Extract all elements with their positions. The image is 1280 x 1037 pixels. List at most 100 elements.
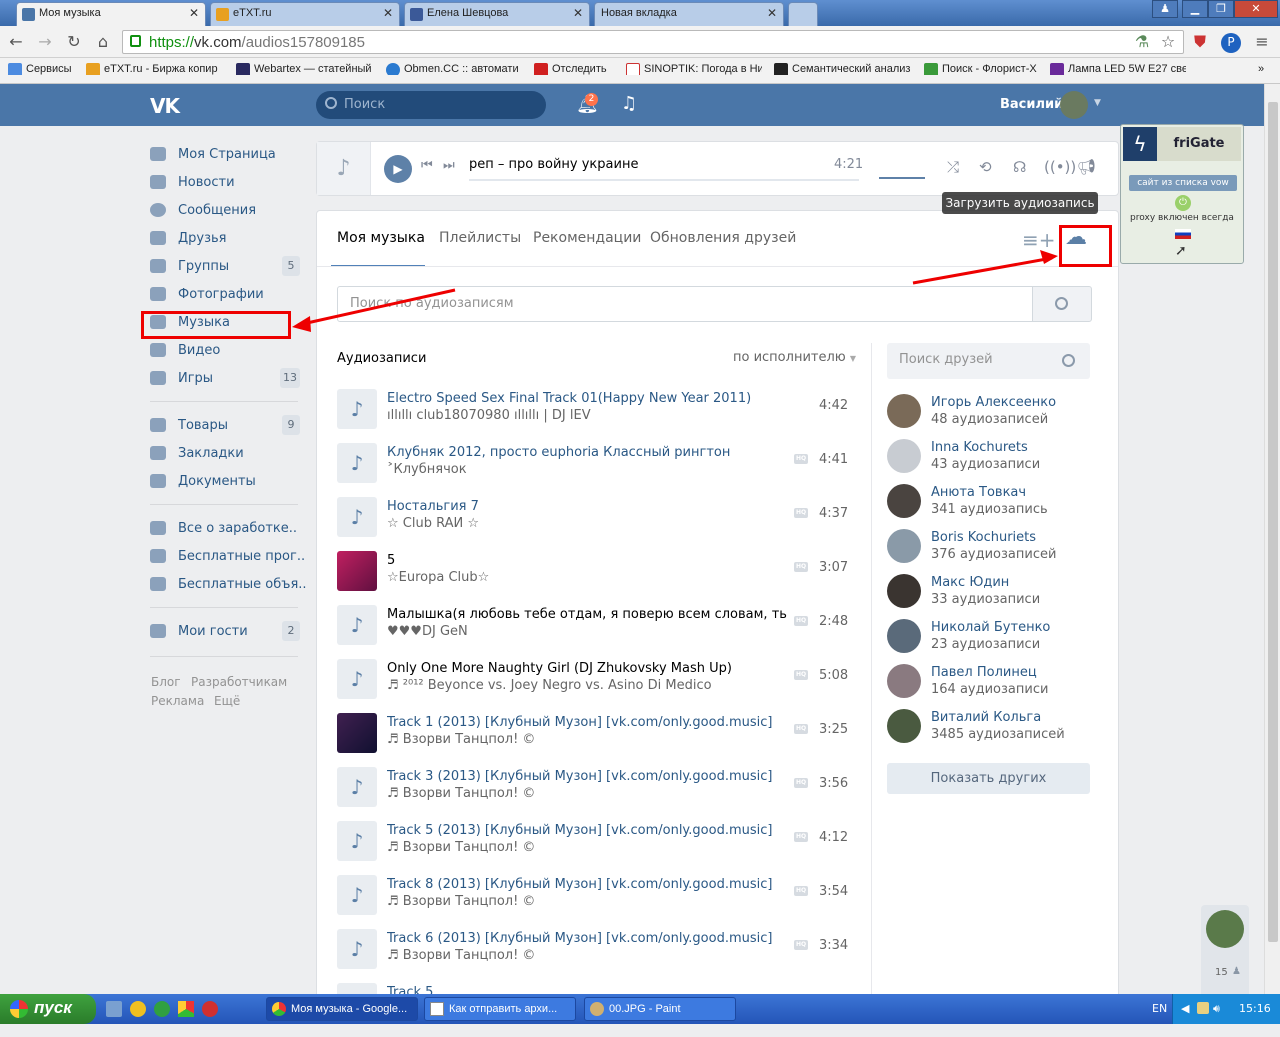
footer-more-link[interactable]: Ещё [214,694,240,708]
language-indicator[interactable]: EN [1152,1002,1167,1015]
friend-name[interactable]: Николай Бутенко [931,620,1050,635]
music-note-icon[interactable]: ♪ [337,497,377,537]
nav-community-3[interactable]: Бесплатные объя.. [150,571,307,599]
new-tab-button[interactable] [788,2,818,26]
track-artist[interactable]: ☆ Club RAЙ ☆ [387,516,787,531]
friend-item[interactable]: Анюта Товкач 341 аудиозапись [887,484,1092,529]
track-title[interactable]: Track 3 (2013) [Клубный Музон] [vk.com/o… [387,769,787,784]
maximize-icon[interactable]: ❐ [1208,0,1234,18]
browser-tab-etxt[interactable]: eTXT.ru ✕ [210,2,400,26]
nav-goods[interactable]: Товары 9 [150,412,300,440]
track-row[interactable]: ♪ Electro Speed Sex Final Track 01(Happy … [337,389,852,443]
nav-community-2[interactable]: Бесплатные прог.. [150,543,305,571]
minimize-icon[interactable]: ▁ [1182,0,1208,18]
tab-friends-updates[interactable]: Обновления друзей [650,230,796,246]
music-note-icon[interactable]: ♪ [337,767,377,807]
volume-icon[interactable]: 🔊︎ [1213,1002,1220,1016]
friend-item[interactable]: Boris Kochuriets 376 аудиозаписей [887,529,1092,574]
browser-tab-facebook[interactable]: Елена Шевцова ✕ [404,2,590,26]
track-row[interactable]: ♪ Track 8 (2013) [Клубный Музон] [vk.com/… [337,875,852,929]
next-track-icon[interactable]: ⏭ [443,158,455,173]
bookmark-item[interactable]: Отследить [534,63,616,75]
previous-track-icon[interactable]: ⏮ [421,158,433,173]
music-note-icon[interactable]: ♪ [337,821,377,861]
track-artist[interactable]: ♬ Взорви Танцпол! © [387,948,787,963]
friend-item[interactable]: Макс Юдин 33 аудиозаписи [887,574,1092,619]
music-note-icon[interactable]: ♫ [621,93,637,114]
sort-dropdown[interactable]: по исполнителю ▼ [733,350,856,365]
arrow-up-icon[interactable]: ➚ [1175,243,1187,259]
track-row[interactable]: 5 ☆Europa Club☆ HQ 3:07 [337,551,852,605]
bookmark-item[interactable]: Сервисы [8,63,78,75]
home-icon[interactable]: ⌂ [93,33,113,53]
browser-tab-vk[interactable]: Моя музыка ✕ [16,2,206,26]
music-note-icon[interactable]: ♪ [337,875,377,915]
track-artist[interactable]: ♬ ²⁰¹² Beyonce vs. Joey Negro vs. Asino … [387,678,787,693]
user-avatar[interactable] [1060,91,1088,119]
tab-my-music[interactable]: Моя музыка [337,230,425,246]
close-tab-icon[interactable]: ✕ [767,6,777,20]
footer-blog-link[interactable]: Блог [151,675,181,689]
reload-icon[interactable]: ↻ [64,33,84,53]
track-title[interactable]: Track 6 (2013) [Клубный Музон] [vk.com/o… [387,931,787,946]
close-window-icon[interactable]: ✕ [1234,0,1278,18]
russia-flag-icon[interactable] [1175,229,1191,239]
friend-item[interactable]: Inna Kochurets 43 аудиозаписи [887,439,1092,484]
track-row[interactable]: ♪ Ностальгия 7 ☆ Club RAЙ ☆ HQ 4:37 [337,497,852,551]
friend-name[interactable]: Boris Kochuriets [931,530,1036,545]
nav-bookmarks[interactable]: Закладки [150,440,300,468]
bookmark-item[interactable]: Webartex — статейный [236,63,372,75]
track-artist[interactable]: ♥♥♥DJ GeN [387,624,787,639]
forward-icon[interactable]: → [35,33,55,53]
friend-avatar[interactable] [887,619,921,653]
friend-item[interactable]: Игорь Алексеенко 48 аудиозаписей [887,394,1092,439]
tray-expand-icon[interactable]: ◀ [1181,1002,1189,1015]
extension-p-icon[interactable]: P [1221,33,1241,53]
address-bar[interactable]: https://vk.com/audios157809185 [122,30,1184,54]
album-cover[interactable] [337,713,377,753]
track-title[interactable]: Track 8 (2013) [Клубный Музон] [vk.com/o… [387,877,787,892]
friend-item[interactable]: Павел Полинец 164 аудиозаписи [887,664,1092,709]
nav-my-guests[interactable]: Мои гости 2 [150,618,300,646]
taskbar-window-word[interactable]: Как отправить архи... [424,997,576,1021]
adblock-shield-icon[interactable]: ⛊ [1190,33,1210,53]
friend-name[interactable]: Виталий Кольга [931,710,1041,725]
track-row[interactable]: ♪ Клубняк 2012, просто euphoria Классный … [337,443,852,497]
bookmark-item[interactable]: Поиск - Флорист-Х [924,63,1040,75]
music-note-icon[interactable]: ♪ [337,659,377,699]
start-button[interactable]: пуск [0,994,96,1024]
page-scrollbar[interactable] [1264,84,1280,994]
track-artist[interactable]: ♬ Взорви Танцпол! © [387,732,787,747]
headphones-icon[interactable]: ☊ [1013,158,1026,176]
chrome-icon[interactable] [178,1001,194,1017]
taskbar-window-paint[interactable]: 00.JPG - Paint [584,997,736,1021]
back-icon[interactable]: ← [6,33,26,53]
track-artist[interactable]: ıllıllı club18070980 ıllıllı | DJ lEV [387,408,787,423]
track-row[interactable]: ♪ Track 3 (2013) [Клубный Музон] [vk.com/… [337,767,852,821]
track-row[interactable]: ♪ Track 5 (2013) [Клубный Музон] [vk.com/… [337,821,852,875]
friend-name[interactable]: Игорь Алексеенко [931,395,1056,410]
track-title[interactable]: Ностальгия 7 [387,499,787,514]
close-tab-icon[interactable]: ✕ [573,6,583,20]
track-artist[interactable]: ♬ Взорви Танцпол! © [387,786,787,801]
bookmark-star-icon[interactable]: ☆ [1158,33,1178,53]
nav-games[interactable]: Игры 13 [150,365,300,393]
vk-logo[interactable]: VK [150,94,180,118]
friend-avatar[interactable] [887,664,921,698]
music-note-icon[interactable]: ♪ [337,605,377,645]
track-title[interactable]: 5 [387,553,787,568]
quicklaunch-app-icon[interactable] [154,1001,170,1017]
track-artist[interactable]: ☆Europa Club☆ [387,570,787,585]
friend-avatar[interactable] [1206,910,1244,948]
yandex-icon[interactable] [202,1001,218,1017]
friend-name[interactable]: Павел Полинец [931,665,1037,680]
footer-ads-link[interactable]: Реклама [151,694,204,708]
scrollbar-thumb[interactable] [1268,102,1278,942]
track-title[interactable]: Track 1 (2013) [Клубный Музон] [vk.com/o… [387,715,787,730]
bookmark-item[interactable]: Семантический анализ [774,63,910,75]
track-title[interactable]: Track 5 (2013) [Клубный Музон] [vk.com/o… [387,823,787,838]
track-title[interactable]: Electro Speed Sex Final Track 01(Happy N… [387,391,787,406]
header-search-input[interactable]: Поиск [316,91,546,119]
footer-developers-link[interactable]: Разработчикам [191,675,287,689]
nav-community-1[interactable]: Все о заработке.. [150,515,300,543]
